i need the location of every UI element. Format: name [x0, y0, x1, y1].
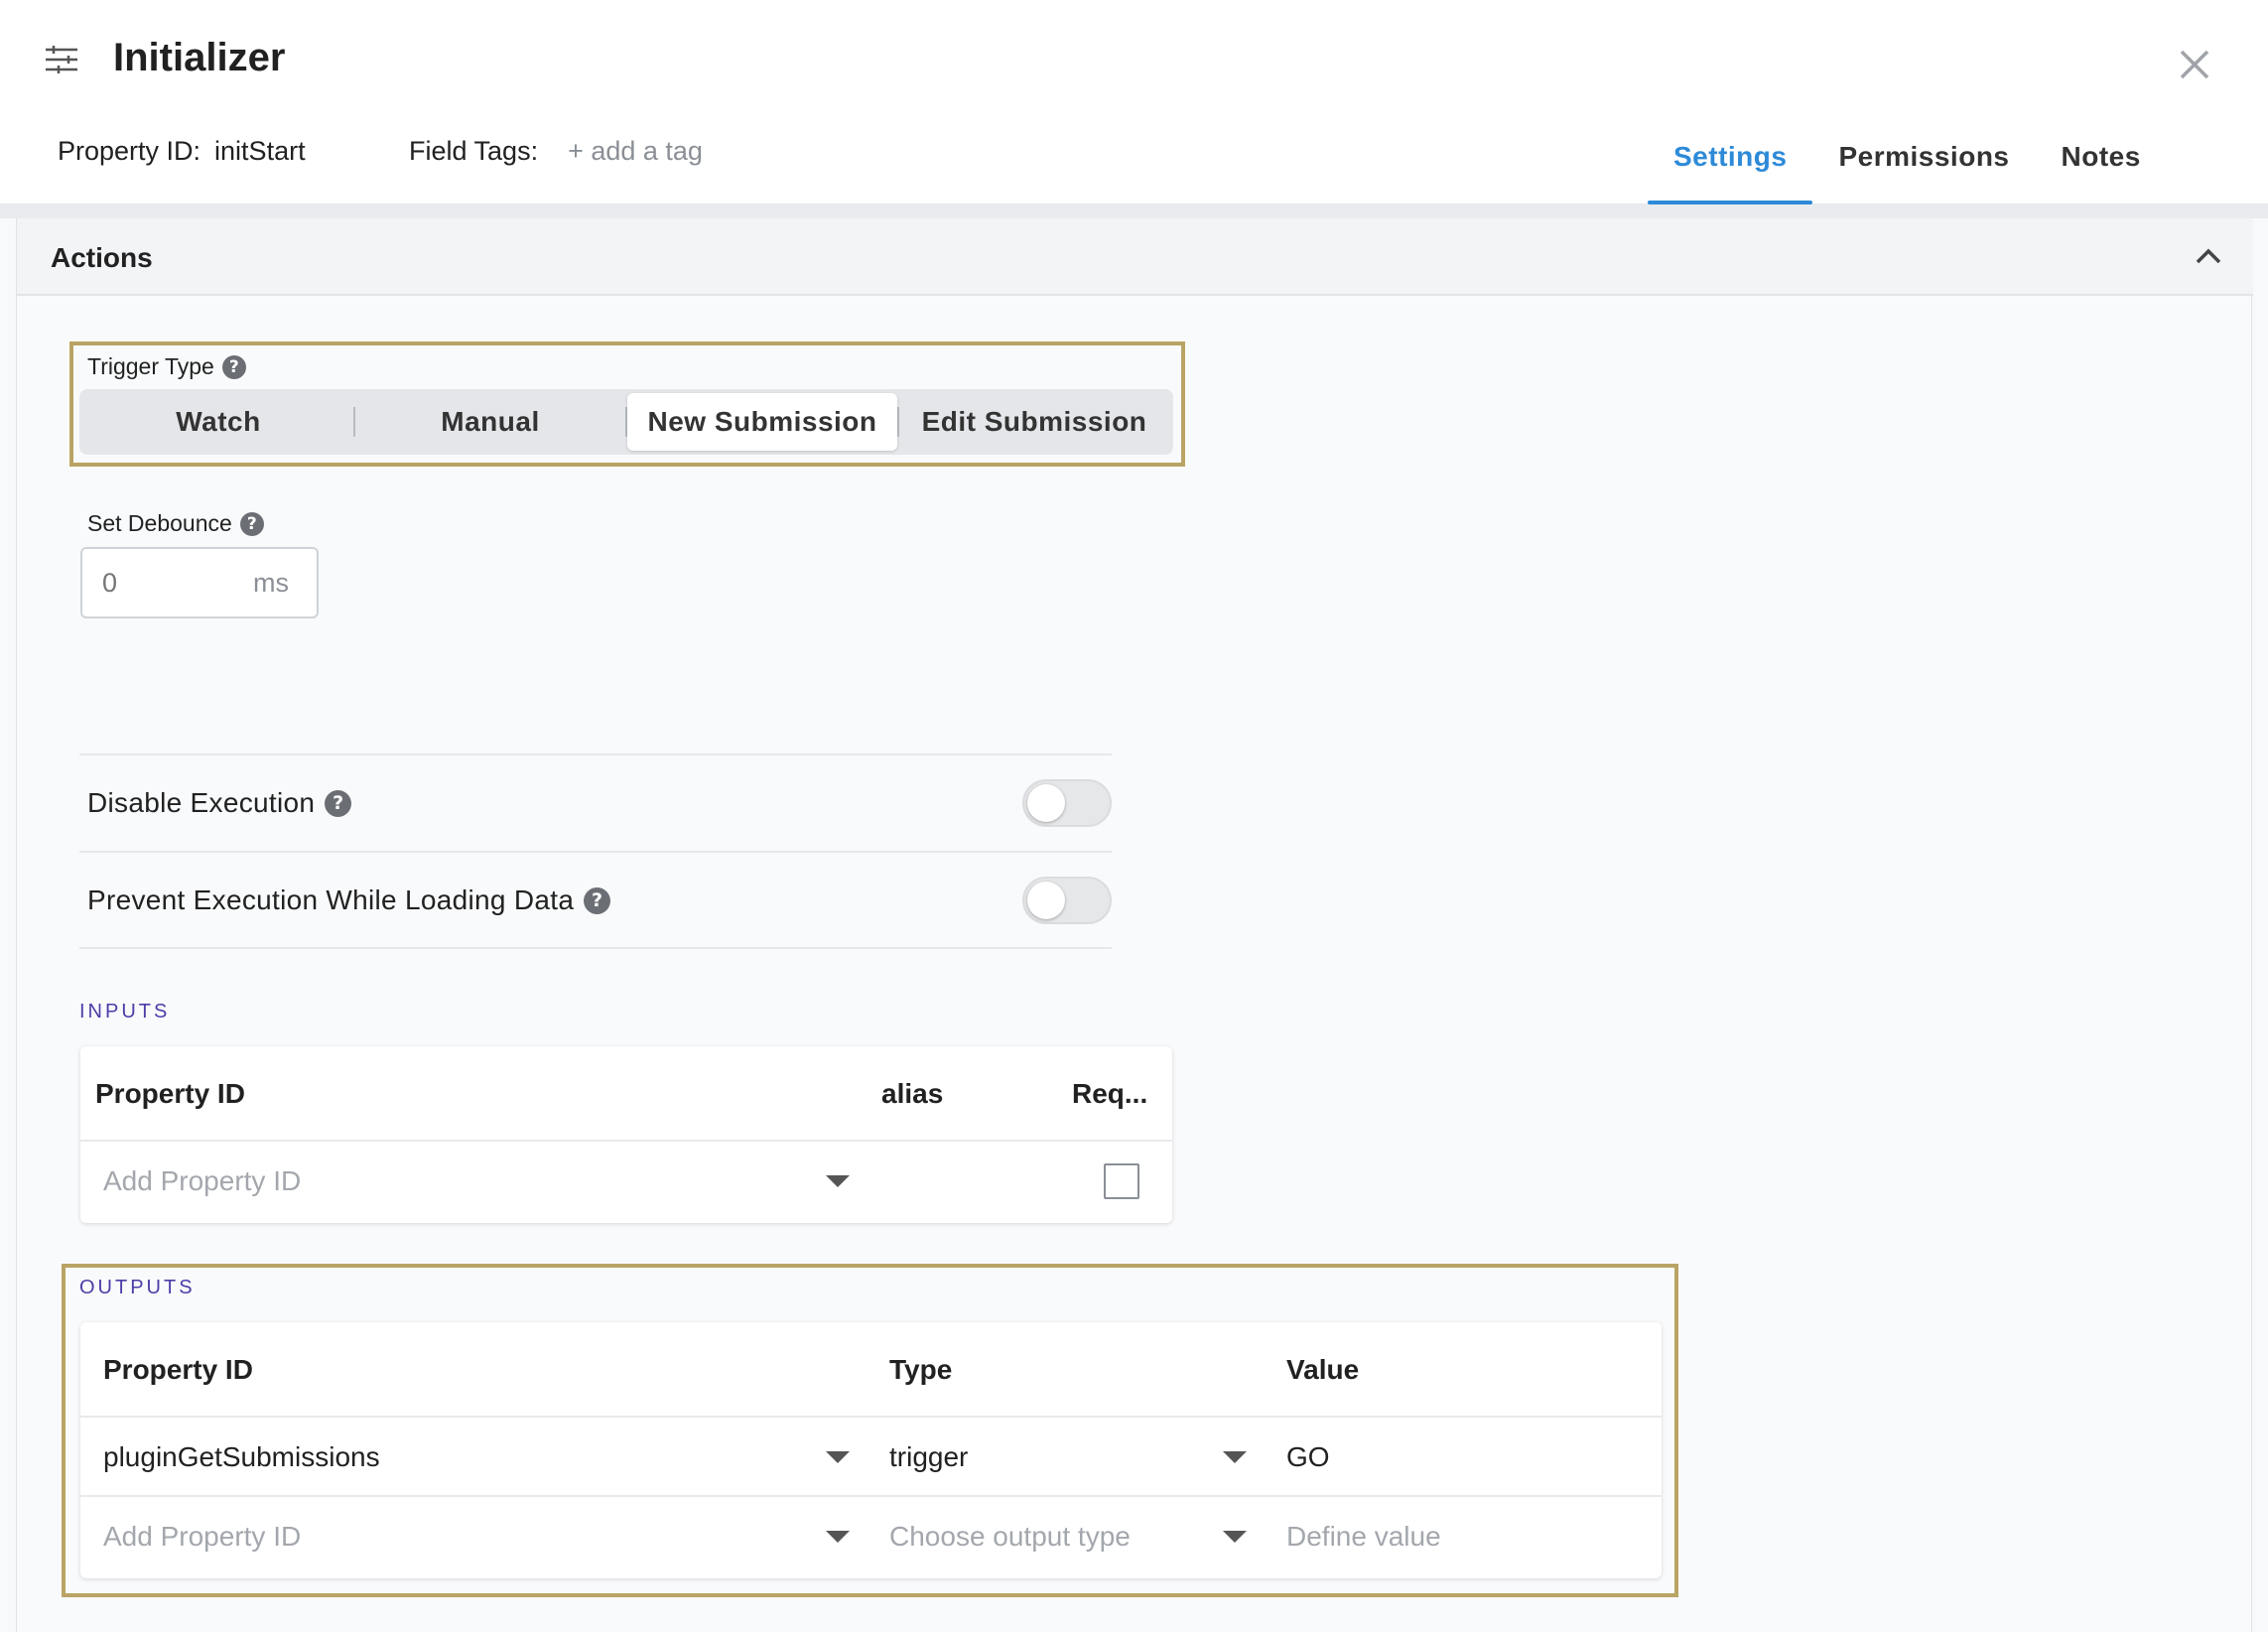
- divider-strip: [0, 204, 2268, 218]
- trigger-option-new-submission[interactable]: New Submission: [627, 393, 897, 451]
- tab-permissions[interactable]: Permissions: [1812, 117, 2035, 204]
- trigger-option-watch[interactable]: Watch: [83, 393, 353, 451]
- toggle-knob: [1027, 784, 1065, 822]
- column-header-property-id: Property ID: [103, 1354, 253, 1385]
- column-header-property-id: Property ID: [95, 1078, 245, 1109]
- header: Initializer Property ID: initStart Field …: [0, 0, 2268, 204]
- column-header-type: Type: [889, 1354, 953, 1385]
- output-type-select[interactable]: trigger: [889, 1418, 968, 1497]
- output-value-input[interactable]: GO: [1286, 1418, 1330, 1497]
- tab-notes[interactable]: Notes: [2036, 117, 2167, 204]
- outputs-table-header: Property ID Type Value: [80, 1322, 1662, 1418]
- toggle-prevent-execution-row: Prevent Execution While Loading Data ?: [79, 851, 1112, 948]
- table-row: Add Property ID: [80, 1142, 1172, 1221]
- help-icon[interactable]: ?: [325, 789, 352, 817]
- caret-down-icon[interactable]: [826, 1175, 850, 1187]
- close-icon[interactable]: [2178, 48, 2211, 81]
- property-id-value: initStart: [214, 136, 306, 166]
- page-title: Initializer: [113, 36, 286, 79]
- column-header-required: Req...: [1072, 1078, 1148, 1109]
- table-row: Add Property ID Choose output type Defin…: [80, 1497, 1662, 1576]
- tab-settings[interactable]: Settings: [1648, 117, 1813, 204]
- chevron-up-icon[interactable]: [2194, 244, 2223, 268]
- trigger-type-label: Trigger Type ?: [87, 353, 246, 380]
- toggle-label-wrap: Disable Execution ?: [87, 787, 352, 819]
- property-id-label: Property ID:: [58, 136, 201, 166]
- field-tags: Field Tags: + add a tag: [409, 136, 703, 167]
- debounce-unit: ms: [253, 567, 289, 598]
- caret-down-icon[interactable]: [826, 1531, 850, 1543]
- inputs-table: Property ID alias Req... Add Property ID: [80, 1046, 1172, 1223]
- field-tags-label: Field Tags:: [409, 136, 539, 166]
- add-property-id-select[interactable]: Add Property ID: [103, 1142, 301, 1221]
- sliders-icon[interactable]: [44, 45, 79, 74]
- debounce-field: ms: [80, 547, 319, 618]
- disable-execution-toggle[interactable]: [1022, 779, 1112, 827]
- choose-output-type-select[interactable]: Choose output type: [889, 1497, 1131, 1576]
- define-value-input[interactable]: Define value: [1286, 1497, 1441, 1576]
- divider: [79, 947, 1112, 949]
- prevent-execution-toggle[interactable]: [1022, 877, 1112, 924]
- caret-down-icon[interactable]: [1223, 1531, 1247, 1543]
- prevent-execution-label: Prevent Execution While Loading Data: [87, 884, 575, 915]
- help-icon[interactable]: ?: [239, 511, 264, 536]
- table-row: pluginGetSubmissions trigger GO: [80, 1418, 1662, 1497]
- inputs-section-label: INPUTS: [79, 1001, 171, 1022]
- inputs-table-header: Property ID alias Req...: [80, 1046, 1172, 1142]
- debounce-label-text: Set Debounce: [87, 510, 232, 536]
- toggle-disable-execution-row: Disable Execution ?: [79, 753, 1112, 851]
- column-header-value: Value: [1286, 1354, 1360, 1385]
- trigger-option-edit-submission[interactable]: Edit Submission: [899, 393, 1169, 451]
- trigger-option-manual[interactable]: Manual: [355, 393, 625, 451]
- actions-section-header[interactable]: Actions: [17, 218, 2253, 296]
- debounce-label: Set Debounce ?: [87, 510, 264, 537]
- debounce-input[interactable]: [82, 549, 253, 616]
- trigger-type-selector: Watch Manual New Submission Edit Submiss…: [79, 389, 1173, 455]
- tab-bar: Settings Permissions Notes: [1648, 117, 2167, 204]
- caret-down-icon[interactable]: [1223, 1451, 1247, 1463]
- output-property-id-select[interactable]: pluginGetSubmissions: [103, 1418, 380, 1497]
- help-icon[interactable]: ?: [221, 354, 246, 379]
- toggle-knob: [1027, 882, 1065, 919]
- required-checkbox[interactable]: [1104, 1163, 1139, 1199]
- add-tag-button[interactable]: + add a tag: [568, 136, 703, 166]
- column-header-alias: alias: [881, 1078, 944, 1109]
- outputs-table: Property ID Type Value pluginGetSubmissi…: [80, 1322, 1662, 1578]
- disable-execution-label: Disable Execution: [87, 787, 316, 818]
- add-property-id-select[interactable]: Add Property ID: [103, 1497, 301, 1576]
- toggle-label-wrap: Prevent Execution While Loading Data ?: [87, 884, 611, 916]
- outputs-section-label: OUTPUTS: [79, 1277, 196, 1298]
- caret-down-icon[interactable]: [826, 1451, 850, 1463]
- property-id: Property ID: initStart: [58, 136, 306, 167]
- trigger-type-label-text: Trigger Type: [87, 353, 214, 379]
- help-icon[interactable]: ?: [584, 886, 611, 914]
- actions-title: Actions: [51, 242, 153, 273]
